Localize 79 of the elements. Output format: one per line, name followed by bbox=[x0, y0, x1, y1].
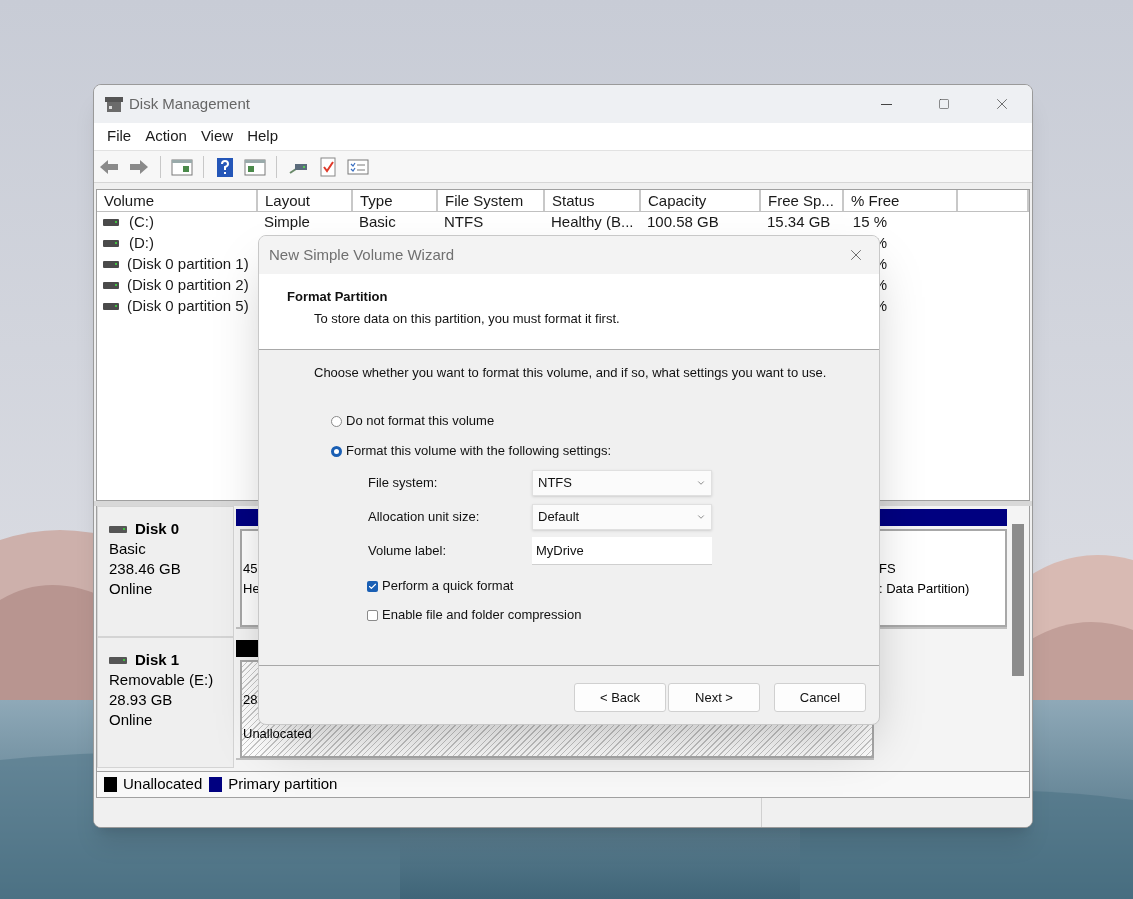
column-header[interactable]: Volume bbox=[97, 190, 258, 211]
table-cell-text: Simple bbox=[264, 212, 310, 233]
field-label: File system: bbox=[368, 474, 439, 493]
disk-label[interactable]: Disk 1 Removable (E:) 28.93 GB Online bbox=[97, 637, 234, 768]
column-header[interactable]: % Free bbox=[844, 190, 958, 211]
drive-icon bbox=[103, 240, 119, 247]
legend-label: Primary partition bbox=[228, 774, 338, 795]
checkbox[interactable] bbox=[367, 609, 378, 621]
volume-name: (Disk 0 partition 2) bbox=[127, 275, 249, 296]
table-cell-text: Healthy (B... bbox=[551, 212, 634, 233]
partition-text: FS bbox=[879, 560, 896, 578]
checklist-icon[interactable] bbox=[317, 156, 339, 177]
partition-text: 45 bbox=[243, 560, 258, 578]
dropdown[interactable]: NTFS bbox=[532, 470, 712, 496]
table-cell-text: 100.58 GB bbox=[647, 212, 719, 233]
menu-item[interactable]: Help bbox=[240, 125, 285, 148]
disk-size: 28.93 GB bbox=[109, 690, 174, 710]
column-header[interactable]: Type bbox=[353, 190, 438, 211]
partition-text: : Data Partition) bbox=[879, 580, 970, 598]
panel-icon[interactable] bbox=[244, 156, 266, 177]
menu-item[interactable]: File bbox=[100, 125, 139, 148]
disk-type: Basic bbox=[109, 539, 147, 559]
drive-icon bbox=[103, 261, 119, 268]
disk-type: Removable (E:) bbox=[109, 670, 215, 690]
disk-size: 238.46 GB bbox=[109, 559, 182, 579]
column-header[interactable]: File System bbox=[438, 190, 545, 211]
input-field[interactable]: MyDrive bbox=[532, 537, 712, 565]
menu-item[interactable]: View bbox=[193, 125, 241, 148]
column-header[interactable]: Status bbox=[545, 190, 641, 211]
table-cell-text: Basic bbox=[359, 212, 396, 233]
disk-status: Online bbox=[109, 579, 154, 599]
column-header[interactable]: Free Sp... bbox=[761, 190, 844, 211]
checkbox-option[interactable]: Enable file and folder compression bbox=[367, 607, 582, 623]
legend-label: Unallocated bbox=[123, 774, 203, 795]
drive-icon bbox=[103, 219, 119, 226]
drive-icon bbox=[103, 282, 119, 289]
radio-option[interactable]: Do not format this volume bbox=[331, 413, 495, 429]
table-cell-text: 15.34 GB bbox=[767, 212, 831, 233]
dialog-heading: Format Partition bbox=[287, 288, 389, 306]
drive-icon bbox=[103, 303, 119, 310]
maximize-icon bbox=[937, 98, 950, 110]
dialog-subheading: To store data on this partition, you must format it first. bbox=[314, 309, 621, 328]
radio-option[interactable]: Format this volume with the following settings: bbox=[331, 443, 612, 459]
help-icon[interactable] bbox=[214, 156, 236, 177]
dialog-button[interactable]: Cancel bbox=[774, 683, 866, 712]
disk-management-icon bbox=[105, 96, 123, 112]
dialog-title: New Simple Volume Wizard bbox=[269, 244, 455, 265]
properties-icon[interactable] bbox=[347, 156, 369, 177]
field-label: Volume label: bbox=[368, 542, 448, 561]
partition-text: 28 bbox=[243, 691, 258, 709]
disk-status: Online bbox=[109, 710, 154, 730]
column-header[interactable]: Capacity bbox=[641, 190, 761, 211]
checkbox-option[interactable]: Perform a quick format bbox=[367, 578, 514, 594]
volume-name: (Disk 0 partition 1) bbox=[127, 254, 249, 275]
panel-icon[interactable] bbox=[171, 156, 193, 177]
table-cell-text: NTFS bbox=[444, 212, 484, 233]
disk-name: Disk 1 bbox=[135, 650, 180, 670]
dialog-button[interactable]: Next > bbox=[668, 683, 760, 712]
volume-name: (C:) bbox=[129, 212, 154, 233]
disk-name: Disk 0 bbox=[135, 519, 180, 539]
checkbox[interactable] bbox=[367, 580, 378, 592]
dialog-button[interactable]: < Back bbox=[574, 683, 666, 712]
caret-icon bbox=[696, 478, 706, 488]
field-label: Allocation unit size: bbox=[368, 508, 481, 527]
table-cell-text: 15 % bbox=[851, 212, 887, 233]
caret-icon bbox=[696, 512, 706, 522]
scrollbar-thumb[interactable] bbox=[1012, 524, 1024, 676]
window-title: Disk Management bbox=[129, 93, 250, 114]
volume-name: (Disk 0 partition 5) bbox=[127, 296, 249, 317]
volume-name: (D:) bbox=[129, 233, 154, 254]
radio-button[interactable] bbox=[331, 415, 342, 427]
partition-text: Unallocated bbox=[243, 725, 312, 743]
menu-item[interactable]: Action bbox=[138, 125, 194, 148]
dropdown[interactable]: Default bbox=[532, 504, 712, 530]
instruction-text: Choose whether you want to format this volume, and if so, what settings you want to use. bbox=[314, 365, 828, 381]
disk-label[interactable]: Disk 0 Basic 238.46 GB Online bbox=[97, 506, 234, 637]
column-header[interactable]: Layout bbox=[258, 190, 353, 211]
minimize-icon bbox=[881, 103, 892, 105]
radio-button[interactable] bbox=[331, 445, 342, 457]
